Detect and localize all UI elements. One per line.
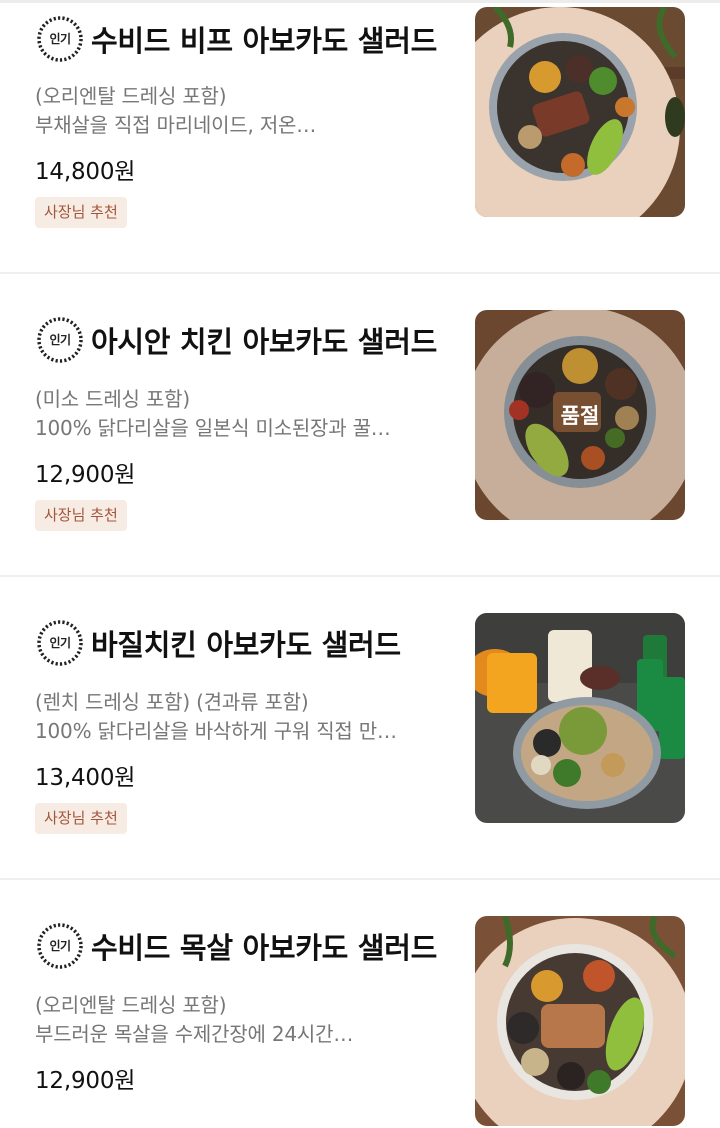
menu-item-price: 14,800원 — [35, 159, 136, 185]
menu-item-description: 100% 닭다리살을 바삭하게 구워 직접 만… — [35, 719, 397, 743]
popular-badge-label: 인기 — [49, 32, 71, 46]
popular-badge-label: 인기 — [49, 939, 71, 953]
menu-item-subtitle: (오리엔탈 드레싱 포함) — [35, 993, 227, 1017]
menu-item-price: 12,900원 — [35, 462, 136, 488]
menu-item-price: 12,900원 — [35, 1068, 136, 1094]
owner-recommend-tag: 사장님 추천 — [35, 500, 127, 531]
menu-item[interactable]: 인기 아시안 치킨 아보카도 샐러드 (미소 드레싱 포함) 100% 닭다리살… — [0, 303, 720, 573]
item-divider — [0, 878, 720, 880]
menu-item-photo[interactable] — [475, 613, 685, 823]
menu-item-title-row: 인기 수비드 비프 아보카도 샐러드 — [35, 14, 437, 64]
popular-badge-icon: 인기 — [35, 921, 85, 971]
menu-item[interactable]: 인기 수비드 비프 아보카도 샐러드 (오리엔탈 드레싱 포함) 부채살을 직접… — [0, 0, 720, 270]
menu-item-photo[interactable] — [475, 7, 685, 217]
popular-badge-icon: 인기 — [35, 315, 85, 365]
popular-badge-label: 인기 — [49, 333, 71, 347]
popular-badge-icon: 인기 — [35, 618, 85, 668]
menu-item-description: 부드러운 목살을 수제간장에 24시간… — [35, 1022, 354, 1046]
menu-item-name: 수비드 목살 아보카도 샐러드 — [91, 931, 437, 965]
menu-item[interactable]: 인기 바질치킨 아보카도 샐러드 (렌치 드레싱 포함) (견과류 포함) 10… — [0, 606, 720, 876]
menu-item-subtitle: (렌치 드레싱 포함) (견과류 포함) — [35, 690, 309, 714]
menu-item-photo[interactable] — [475, 916, 685, 1126]
menu-item[interactable]: 인기 수비드 목살 아보카도 샐러드 (오리엔탈 드레싱 포함) 부드러운 목살… — [0, 909, 720, 1128]
popular-badge-label: 인기 — [49, 636, 71, 650]
item-divider — [0, 575, 720, 577]
menu-item-title-row: 인기 바질치킨 아보카도 샐러드 — [35, 618, 401, 668]
menu-item-name: 수비드 비프 아보카도 샐러드 — [91, 24, 437, 58]
menu-item-title-row: 인기 아시안 치킨 아보카도 샐러드 — [35, 315, 437, 365]
menu-item-photo[interactable]: 품절 — [475, 310, 685, 520]
menu-item-description: 부채살을 직접 마리네이드, 저온… — [35, 113, 317, 137]
menu-item-description: 100% 닭다리살을 일본식 미소된장과 꿀… — [35, 416, 391, 440]
menu-item-subtitle: (미소 드레싱 포함) — [35, 387, 190, 411]
owner-recommend-tag: 사장님 추천 — [35, 197, 127, 228]
owner-recommend-tag: 사장님 추천 — [35, 803, 127, 834]
menu-item-name: 아시안 치킨 아보카도 샐러드 — [91, 325, 437, 359]
popular-badge-icon: 인기 — [35, 14, 85, 64]
menu-item-subtitle: (오리엔탈 드레싱 포함) — [35, 84, 227, 108]
item-divider — [0, 272, 720, 274]
menu-item-price: 13,400원 — [35, 765, 136, 791]
menu-item-title-row: 인기 수비드 목살 아보카도 샐러드 — [35, 921, 437, 971]
sold-out-overlay: 품절 — [475, 310, 685, 520]
menu-item-name: 바질치킨 아보카도 샐러드 — [91, 628, 401, 662]
